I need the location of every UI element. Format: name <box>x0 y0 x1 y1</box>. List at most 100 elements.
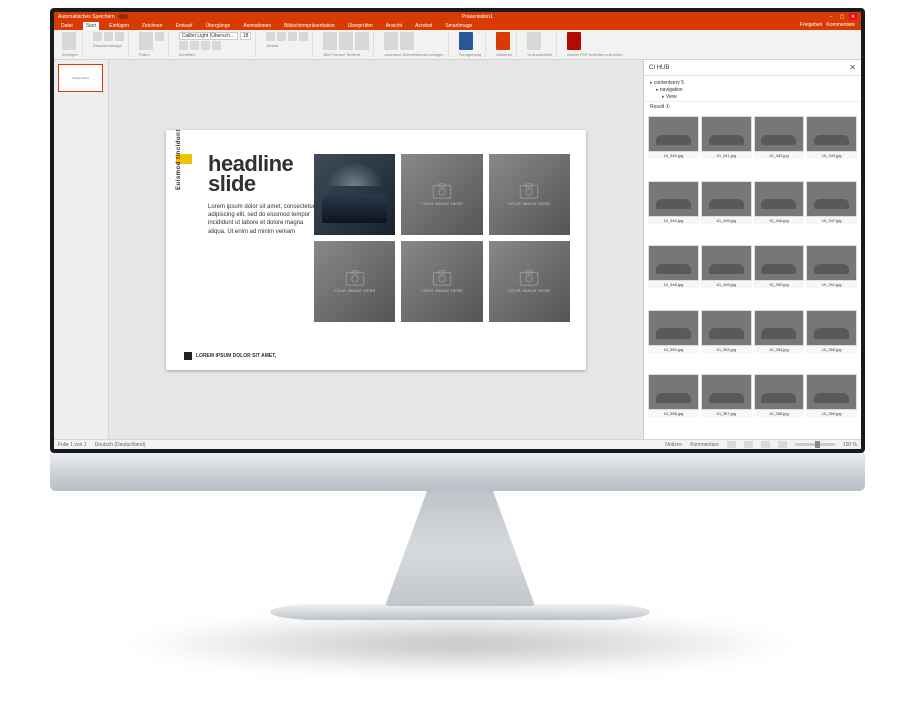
autosave-toggle[interactable] <box>118 14 128 19</box>
asset-item[interactable]: 10_342.jpg <box>754 116 805 179</box>
italic-icon[interactable] <box>190 41 199 50</box>
asset-item[interactable]: 10_354.jpg <box>754 310 805 373</box>
view-slideshow-button[interactable] <box>778 441 787 448</box>
asset-thumbnail[interactable] <box>806 245 857 281</box>
arrange-icon[interactable] <box>384 32 398 50</box>
panel-close-button[interactable]: ✕ <box>849 63 856 72</box>
asset-thumbnail[interactable] <box>806 116 857 152</box>
asset-item[interactable]: 10_356.jpg <box>648 374 699 437</box>
asset-item[interactable]: 10_341.jpg <box>701 116 752 179</box>
slide-image-placeholder-4[interactable]: YOUR IMAGE HERE <box>314 241 395 322</box>
asset-item[interactable]: 10_358.jpg <box>754 374 805 437</box>
asset-item[interactable]: 10_352.jpg <box>648 310 699 373</box>
tab-animationen[interactable]: Animationen <box>240 22 274 30</box>
slide-image-placeholder-2[interactable]: YOUR IMAGE HERE <box>401 154 482 235</box>
tab-ansicht[interactable]: Ansicht <box>383 22 405 30</box>
asset-thumbnail[interactable] <box>754 310 805 346</box>
bullets-icon[interactable] <box>266 32 275 41</box>
asset-thumbnail[interactable] <box>806 181 857 217</box>
format-painter-icon[interactable] <box>115 32 124 41</box>
asset-item[interactable]: 10_353.jpg <box>701 310 752 373</box>
asset-thumbnail[interactable] <box>648 181 699 217</box>
tab-acrobat[interactable]: Acrobat <box>412 22 435 30</box>
asset-thumbnail[interactable] <box>648 374 699 410</box>
font-name-dropdown[interactable]: Calibri Light (Übersch… <box>179 32 238 40</box>
window-close-button[interactable]: ✕ <box>849 13 857 20</box>
asset-thumbnail[interactable] <box>754 374 805 410</box>
numbering-icon[interactable] <box>277 32 286 41</box>
asset-item[interactable]: 10_348.jpg <box>648 245 699 308</box>
slide-image-placeholder-5[interactable]: YOUR IMAGE HERE <box>401 241 482 322</box>
asset-thumbnail[interactable] <box>806 310 857 346</box>
tab-smartimage[interactable]: Smartimage <box>442 22 475 30</box>
slide-canvas[interactable]: Euismod tincidunt headline slide Lorem i… <box>109 60 643 439</box>
indent-icon[interactable] <box>299 32 308 41</box>
asset-item[interactable]: 10_345.jpg <box>701 181 752 244</box>
tree-node-contentserv[interactable]: contentserv 5 <box>650 79 855 86</box>
copy-icon[interactable] <box>104 32 113 41</box>
tab-überprüfen[interactable]: Überprüfen <box>345 22 376 30</box>
asset-thumbnail[interactable] <box>701 310 752 346</box>
asset-thumbnail[interactable] <box>701 116 752 152</box>
window-minimize-button[interactable]: – <box>827 13 835 20</box>
asset-thumbnail[interactable] <box>754 181 805 217</box>
dictate-icon[interactable] <box>496 32 510 50</box>
tab-zeichnen[interactable]: Zeichnen <box>139 22 166 30</box>
bold-icon[interactable] <box>179 41 188 50</box>
sensitivity-icon[interactable] <box>527 32 541 50</box>
zoom-slider[interactable] <box>795 443 835 446</box>
slide[interactable]: Euismod tincidunt headline slide Lorem i… <box>166 130 586 370</box>
slide-image-1[interactable] <box>314 154 395 235</box>
underline-icon[interactable] <box>201 41 210 50</box>
asset-item[interactable]: 10_344.jpg <box>648 181 699 244</box>
textbox-icon[interactable] <box>355 32 369 50</box>
tree-node-View[interactable]: View <box>650 93 855 100</box>
tab-start[interactable]: Start <box>83 22 100 30</box>
slide-body-text[interactable]: Lorem ipsum dolor sit amet, consectetur … <box>208 203 318 235</box>
font-color-icon[interactable] <box>212 41 221 50</box>
asset-item[interactable]: 10_359.jpg <box>806 374 857 437</box>
asset-thumbnail[interactable] <box>701 374 752 410</box>
design-ideas-icon[interactable] <box>459 32 473 50</box>
asset-item[interactable]: 10_350.jpg <box>754 245 805 308</box>
asset-thumbnail[interactable] <box>648 310 699 346</box>
tab-entwurf[interactable]: Entwurf <box>173 22 196 30</box>
slide-image-placeholder-3[interactable]: YOUR IMAGE HERE <box>489 154 570 235</box>
picture-icon[interactable] <box>323 32 337 50</box>
adobe-pdf-icon[interactable] <box>567 32 581 50</box>
view-reading-button[interactable] <box>761 441 770 448</box>
slide-thumbnail-1[interactable]: Power Point <box>58 64 103 92</box>
asset-thumbnail[interactable] <box>754 245 805 281</box>
asset-item[interactable]: 10_349.jpg <box>701 245 752 308</box>
asset-thumbnail[interactable] <box>701 245 752 281</box>
slide-image-placeholder-6[interactable]: YOUR IMAGE HERE <box>489 241 570 322</box>
window-maximize-button[interactable]: ▢ <box>838 13 846 20</box>
tab-einfügen[interactable]: Einfügen <box>106 22 132 30</box>
tab-übergänge[interactable]: Übergänge <box>203 22 234 30</box>
asset-thumbnail[interactable] <box>648 116 699 152</box>
shapes-icon[interactable] <box>339 32 353 50</box>
asset-thumbnail[interactable] <box>648 245 699 281</box>
quickstyles-icon[interactable] <box>400 32 414 50</box>
asset-item[interactable]: 10_346.jpg <box>754 181 805 244</box>
panel-tree[interactable]: contentserv 5navigationView <box>644 76 861 102</box>
comments-button[interactable]: Kommentare <box>826 22 855 28</box>
asset-thumbnail[interactable] <box>701 181 752 217</box>
asset-item[interactable]: 10_357.jpg <box>701 374 752 437</box>
view-normal-button[interactable] <box>727 441 736 448</box>
asset-item[interactable]: 10_347.jpg <box>806 181 857 244</box>
view-sorter-button[interactable] <box>744 441 753 448</box>
asset-thumbnail[interactable] <box>754 116 805 152</box>
tab-datei[interactable]: Datei <box>58 22 76 30</box>
align-icon[interactable] <box>288 32 297 41</box>
asset-item[interactable]: 10_355.jpg <box>806 310 857 373</box>
paste-icon[interactable] <box>62 32 76 50</box>
asset-item[interactable]: 10_343.jpg <box>806 116 857 179</box>
new-slide-icon[interactable] <box>139 32 153 50</box>
asset-thumbnail[interactable] <box>806 374 857 410</box>
status-comments-button[interactable]: Kommentare <box>690 442 719 448</box>
share-button[interactable]: Freigeben <box>800 22 823 28</box>
asset-item[interactable]: 10_351.jpg <box>806 245 857 308</box>
status-notes-button[interactable]: Notizen <box>665 442 682 448</box>
tree-node-navigation[interactable]: navigation <box>650 86 855 93</box>
